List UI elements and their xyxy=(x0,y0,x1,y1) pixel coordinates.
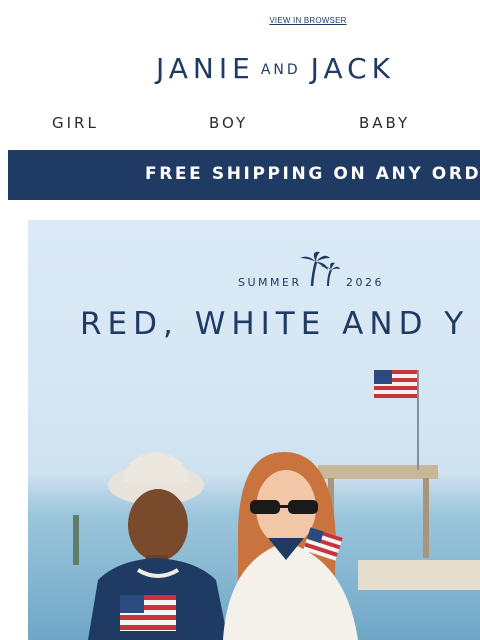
season-year: 2026 xyxy=(346,276,384,289)
sweater-flag-icon xyxy=(120,595,176,631)
logo-word-janie: JANIE xyxy=(156,51,255,85)
free-shipping-banner[interactable]: FREE SHIPPING ON ANY ORDER xyxy=(8,150,480,200)
logo-word-jack: JACK xyxy=(310,51,396,85)
logo-word-and: AND xyxy=(260,62,301,78)
season-text: SUMMER xyxy=(238,276,302,289)
dock xyxy=(358,560,480,590)
hero-headline: RED, WHITE AND Y xyxy=(80,306,470,342)
nav-item-baby[interactable]: BABY xyxy=(359,114,410,132)
pier-post xyxy=(423,478,429,558)
pier-roof xyxy=(318,465,438,479)
hero-image[interactable]: SUMMER 2026 RED, WHITE AND Y xyxy=(28,220,480,640)
distant-flag-icon xyxy=(374,370,417,398)
nav-item-girl[interactable]: GIRL xyxy=(52,114,99,132)
nav-item-boy[interactable]: BOY xyxy=(209,114,248,132)
view-in-browser-link[interactable]: VIEW IN BROWSER xyxy=(0,16,480,25)
piling xyxy=(73,515,79,565)
girl-figure xyxy=(223,451,358,640)
janie-and-jack-logo[interactable]: JANIE AND JACK xyxy=(156,48,466,88)
banner-text: FREE SHIPPING ON ANY ORDER xyxy=(145,164,480,184)
category-nav: GIRL BOY BABY xyxy=(0,114,480,134)
palm-trees-icon xyxy=(300,251,340,287)
season-label: SUMMER 2026 xyxy=(238,251,382,289)
flag-pole xyxy=(417,370,419,470)
boy-figure xyxy=(88,452,228,640)
